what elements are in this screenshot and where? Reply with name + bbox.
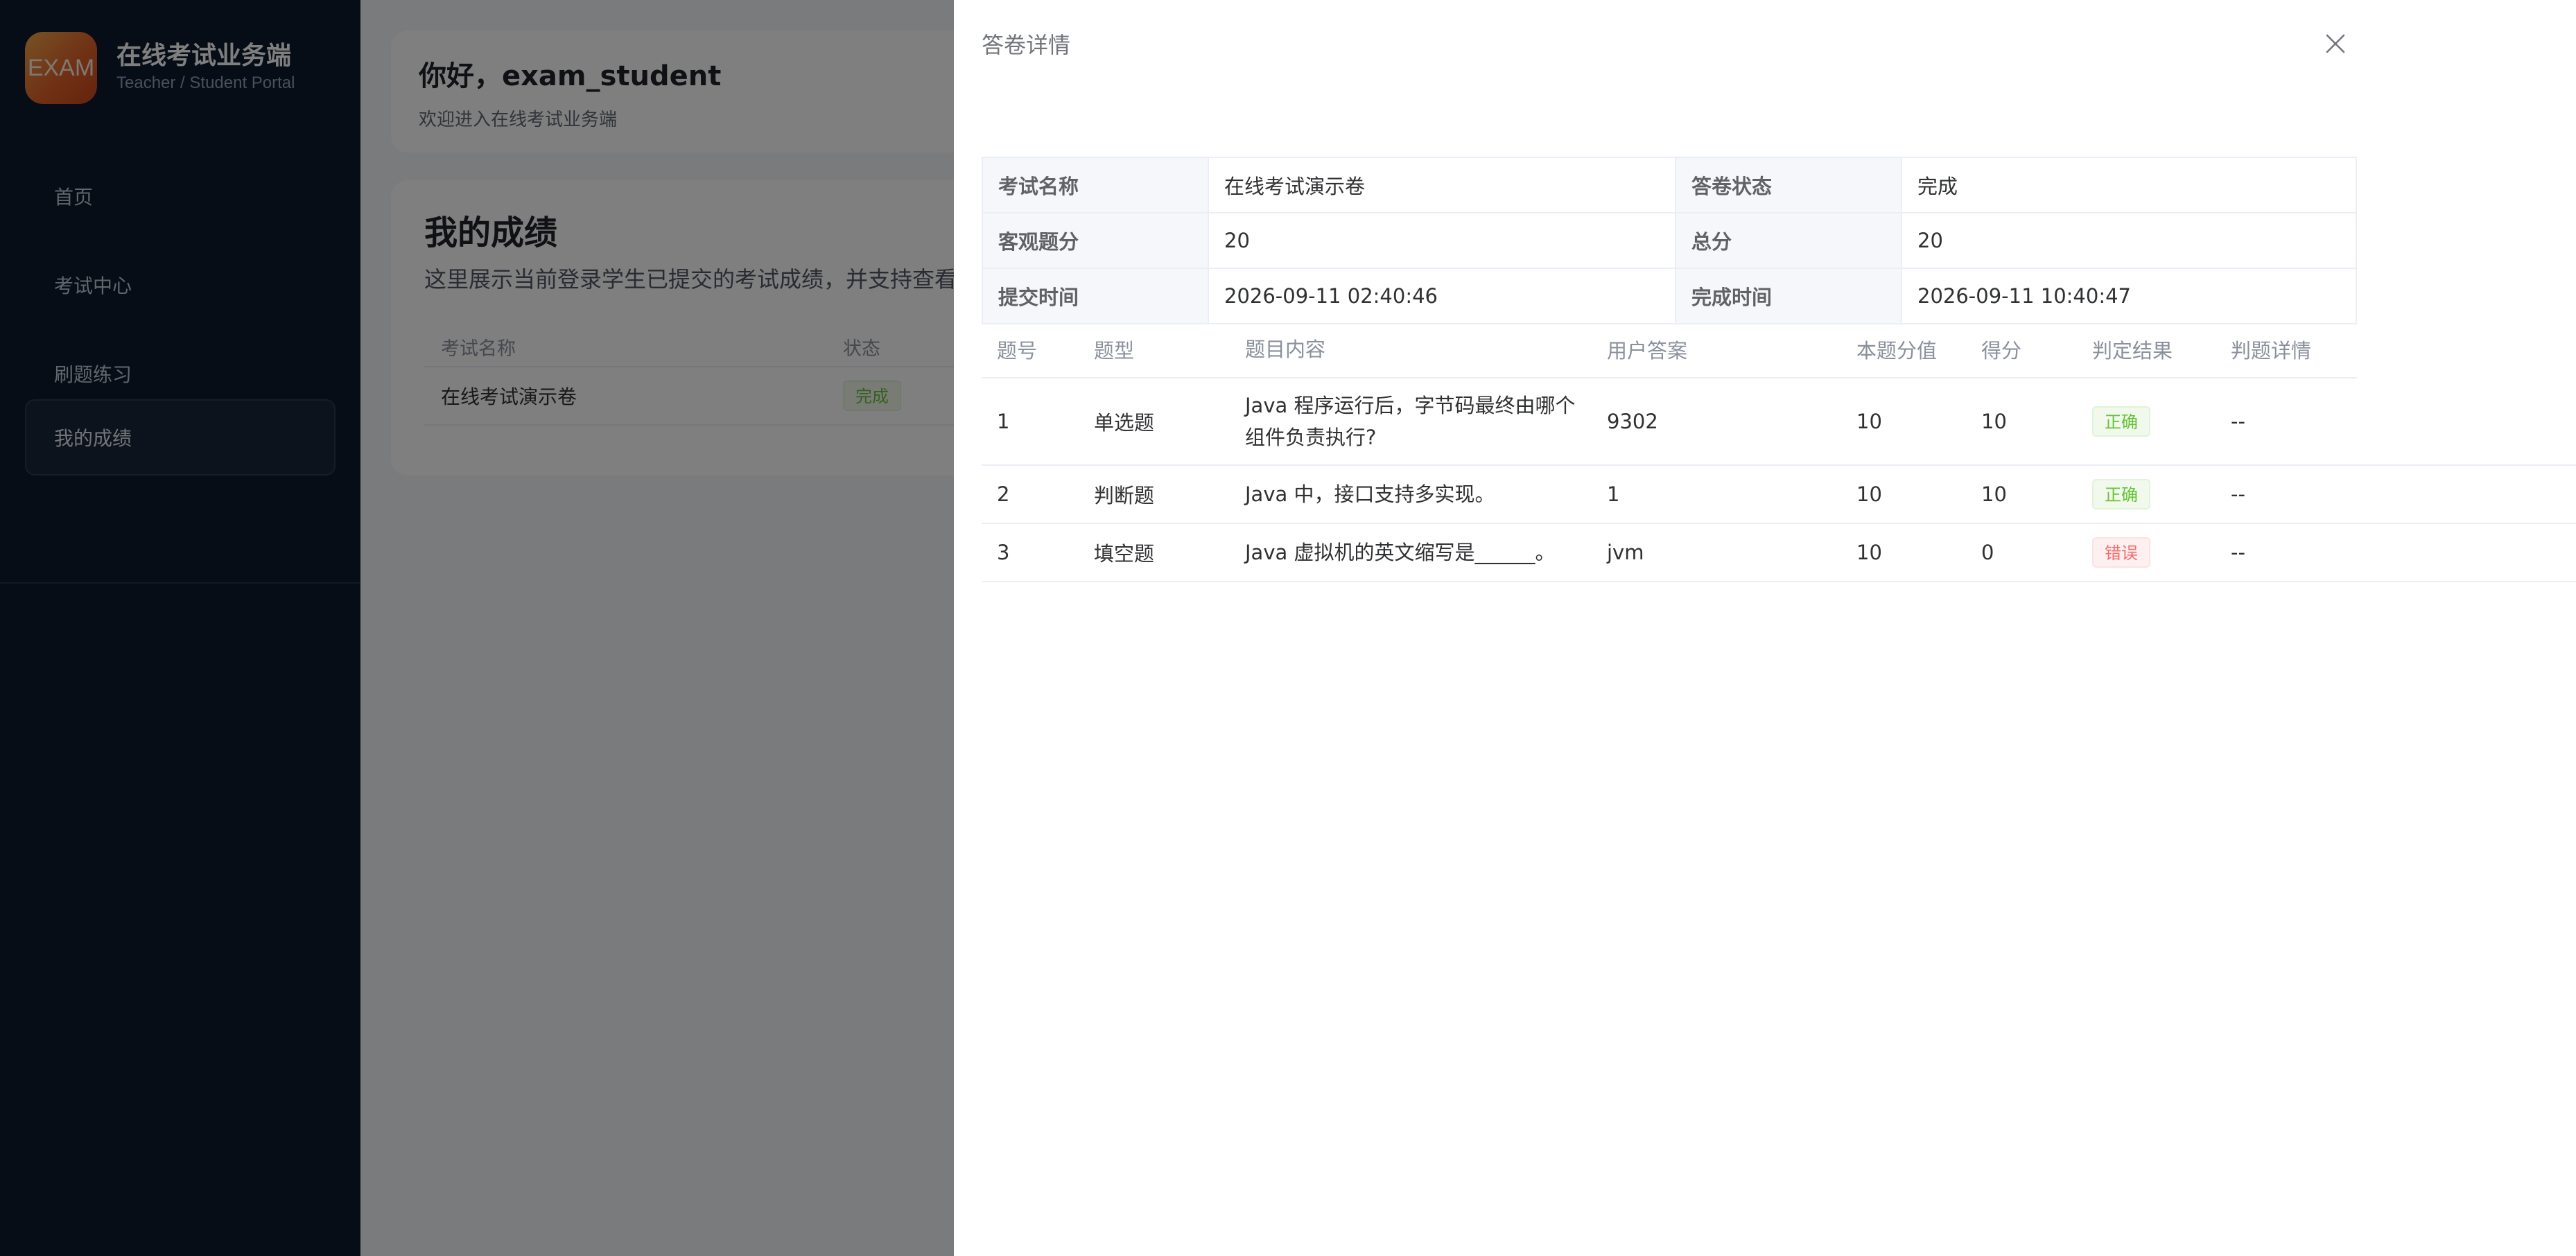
question-type: 填空题 [1094, 542, 1155, 566]
question-type: 判断题 [1094, 484, 1155, 507]
obtained-score: 10 [1981, 482, 2007, 506]
obtained-score: 10 [1981, 410, 2007, 433]
exam-name-label: 考试名称 [982, 157, 1209, 213]
judge-detail: -- [2231, 541, 2245, 564]
judge-result: 正确 [2092, 378, 2150, 464]
question-content: Java 程序运行后，字节码最终由哪个组件负责执行? [1245, 394, 1576, 449]
column-header: 题目内容 [1245, 338, 1326, 361]
finish-time-value: 2026-09-11 10:40:47 [1901, 268, 2357, 324]
user-answer: jvm [1607, 541, 1644, 564]
column-header: 用户答案 [1607, 339, 1688, 363]
column-header: 得分 [1981, 339, 2022, 363]
exam-name-value: 在线考试演示卷 [1208, 157, 1676, 213]
total-score-value: 20 [1901, 212, 2357, 269]
objective-score-label: 客观题分 [982, 212, 1209, 269]
drawer-title: 答卷详情 [982, 32, 1071, 58]
user-answer: 1 [1607, 482, 1620, 506]
table-row: 1 单选题 Java 程序运行后，字节码最终由哪个组件负责执行? 9302 10… [982, 378, 2576, 466]
judge-detail: -- [2231, 410, 2245, 433]
question-score: 10 [1856, 541, 1882, 564]
submit-time-value: 2026-09-11 02:40:46 [1208, 268, 1676, 324]
column-header: 本题分值 [1856, 339, 1938, 363]
question-number: 3 [997, 541, 1010, 564]
status-label: 答卷状态 [1675, 157, 1902, 213]
column-header: 题型 [1094, 339, 1135, 363]
status-value: 完成 [1901, 157, 2357, 213]
column-header: 题号 [997, 339, 1038, 363]
finish-time-label: 完成时间 [1675, 268, 1902, 324]
column-header: 判定结果 [2092, 339, 2173, 363]
table-header: 题号 题型 题目内容 用户答案 本题分值 得分 判定结果 判题详情 [982, 322, 2357, 378]
submit-time-label: 提交时间 [982, 268, 1209, 324]
question-detail-table: 题号 题型 题目内容 用户答案 本题分值 得分 判定结果 判题详情 1 单选题 … [982, 322, 2576, 582]
question-content: Java 中，接口支持多实现。 [1245, 482, 1495, 506]
total-score-label: 总分 [1675, 212, 1902, 269]
judge-detail: -- [2231, 482, 2245, 506]
summary-descriptions: 考试名称 在线考试演示卷 答卷状态 完成 客观题分 20 总分 20 提交时间 … [982, 157, 2357, 324]
column-header: 判题详情 [2231, 339, 2312, 363]
table-row: 2 判断题 Java 中，接口支持多实现。 1 10 10 正确 -- [982, 466, 2576, 524]
question-number: 1 [997, 410, 1010, 433]
answer-detail-drawer: 答卷详情 考试名称 在线考试演示卷 答卷状态 完成 客观题分 20 总分 20 … [954, 0, 2576, 1256]
table-row: 3 填空题 Java 虚拟机的英文缩写是______。 jvm 10 0 错误 … [982, 524, 2576, 582]
obtained-score: 0 [1981, 541, 1994, 564]
question-type: 单选题 [1094, 411, 1155, 435]
user-answer: 9302 [1607, 410, 1658, 433]
judge-result: 正确 [2092, 466, 2150, 523]
result-badge-wrong: 错误 [2092, 537, 2150, 568]
question-number: 2 [997, 482, 1010, 506]
result-badge-correct: 正确 [2092, 479, 2150, 509]
close-icon[interactable] [2320, 28, 2351, 60]
objective-score-value: 20 [1208, 212, 1676, 269]
question-content: Java 虚拟机的英文缩写是______。 [1245, 541, 1556, 564]
question-score: 10 [1856, 482, 1882, 506]
judge-result: 错误 [2092, 524, 2150, 581]
question-score: 10 [1856, 410, 1882, 433]
result-badge-correct: 正确 [2092, 406, 2150, 437]
